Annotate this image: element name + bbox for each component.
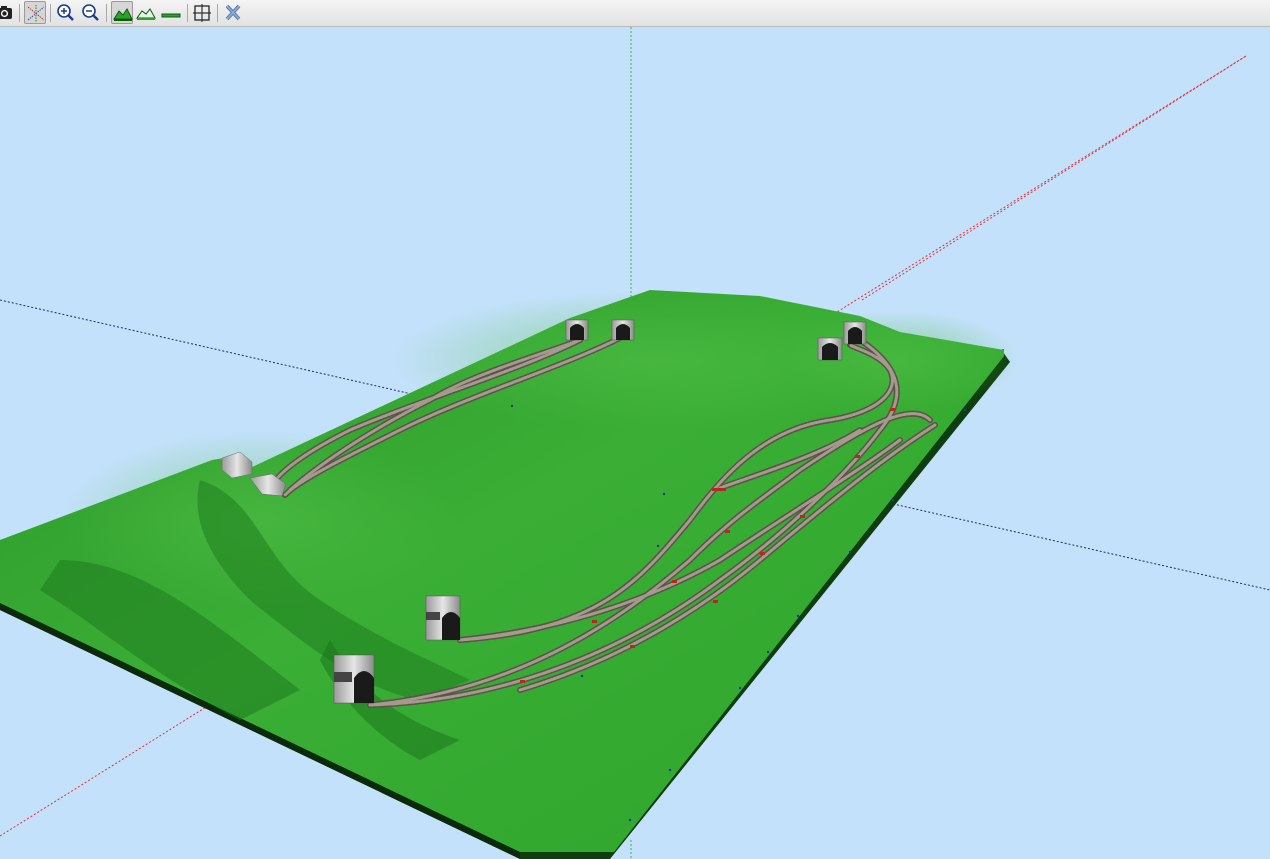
zoom-out-icon <box>82 4 99 21</box>
tunnel-portal <box>611 319 635 341</box>
close-icon <box>225 4 241 21</box>
terrain-outline-icon <box>136 8 156 20</box>
axes-icon <box>27 5 45 22</box>
tunnel-portal <box>425 595 461 641</box>
toolbar-separator <box>106 4 107 22</box>
zoom-in-icon <box>57 4 74 21</box>
view-toolbar <box>0 0 1270 27</box>
toolbar-separator <box>217 4 218 22</box>
layout-terrain <box>0 290 1020 859</box>
terrain-outline-button[interactable] <box>135 1 157 24</box>
toolbar-separator <box>187 4 188 22</box>
toggle-axes-button[interactable] <box>24 1 46 24</box>
tunnel-portal <box>333 654 375 704</box>
zoom-in-button[interactable] <box>54 1 76 24</box>
terrain-solid-icon <box>113 8 133 21</box>
toolbar-separator <box>19 4 20 22</box>
camera-icon <box>0 6 12 19</box>
terrain-solid-button[interactable] <box>111 1 133 24</box>
fit-view-button[interactable] <box>191 1 213 24</box>
3d-viewport[interactable] <box>0 27 1270 859</box>
toolbar-separator <box>50 4 51 22</box>
terrain-flat-icon <box>161 13 181 18</box>
zoom-out-button[interactable] <box>79 1 101 24</box>
screenshot-button[interactable] <box>0 1 14 24</box>
tunnel-portal <box>843 321 867 345</box>
fit-view-icon <box>193 4 211 22</box>
close-view-button[interactable] <box>222 1 244 24</box>
terrain-flat-button[interactable] <box>160 1 182 24</box>
tunnel-portal <box>565 319 589 341</box>
tunnel-portal <box>817 337 843 361</box>
